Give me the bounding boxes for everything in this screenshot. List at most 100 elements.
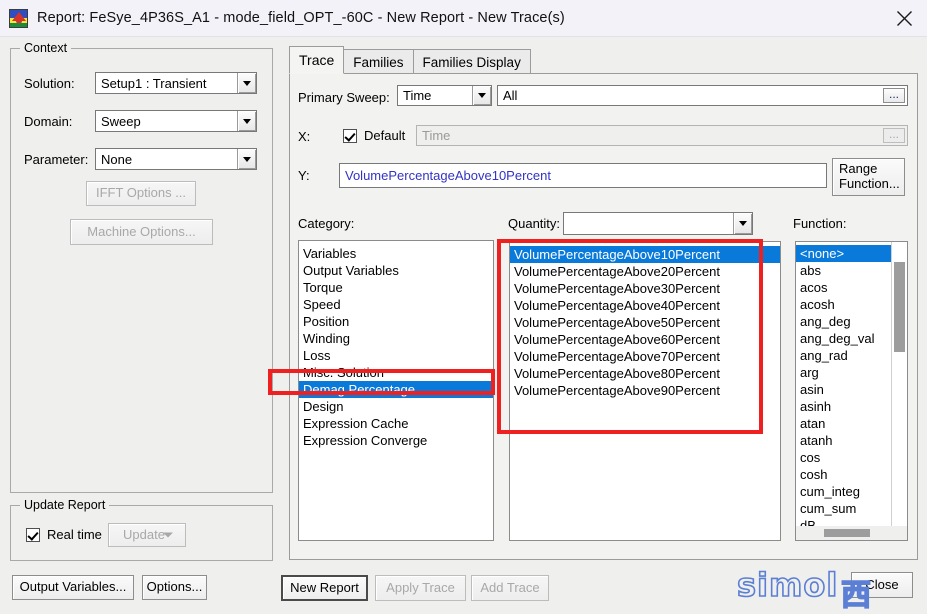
- close-button[interactable]: Close: [851, 572, 913, 598]
- chevron-down-icon[interactable]: [237, 73, 256, 93]
- list-item[interactable]: VolumePercentageAbove80Percent: [510, 365, 780, 382]
- list-item[interactable]: Expression Converge: [299, 432, 493, 449]
- list-item[interactable]: VolumePercentageAbove50Percent: [510, 314, 780, 331]
- list-item[interactable]: ang_rad: [796, 347, 892, 364]
- list-item[interactable]: cosh: [796, 466, 892, 483]
- checkbox-check-icon[interactable]: [26, 527, 40, 542]
- scrollbar-thumb[interactable]: [894, 262, 905, 352]
- chevron-down-icon: [163, 532, 173, 538]
- list-item-selected[interactable]: <none>: [796, 245, 892, 262]
- chevron-down-icon[interactable]: [237, 111, 256, 131]
- apply-trace-button-label: Apply Trace: [386, 579, 455, 595]
- list-item[interactable]: Expression Cache: [299, 415, 493, 432]
- primary-sweep-browse-button[interactable]: ...: [883, 88, 905, 103]
- x-expression-value: Time: [422, 128, 451, 143]
- real-time-checkbox[interactable]: Real time: [26, 527, 102, 542]
- add-trace-button-label: Add Trace: [480, 579, 540, 595]
- list-item[interactable]: atanh: [796, 432, 892, 449]
- parameter-label: Parameter:: [24, 152, 89, 167]
- list-item[interactable]: acos: [796, 279, 892, 296]
- chevron-down-icon[interactable]: [237, 149, 256, 169]
- function-vertical-scrollbar[interactable]: [891, 242, 907, 526]
- list-item[interactable]: VolumePercentageAbove90Percent: [510, 382, 780, 399]
- update-report-legend: Update Report: [20, 498, 110, 512]
- options-button-label: Options...: [146, 579, 203, 595]
- options-button[interactable]: Options...: [142, 575, 207, 600]
- list-item[interactable]: Torque: [299, 279, 493, 296]
- y-expression-field[interactable]: VolumePercentageAbove10Percent: [339, 163, 827, 188]
- function-listbox[interactable]: <none> abs acos acosh ang_deg ang_deg_va…: [795, 241, 908, 541]
- list-item[interactable]: abs: [796, 262, 892, 279]
- list-item[interactable]: Output Variables: [299, 262, 493, 279]
- tab-trace[interactable]: Trace: [289, 46, 345, 74]
- tab-families[interactable]: Families: [343, 49, 414, 74]
- quantity-listbox[interactable]: VolumePercentageAbove10Percent VolumePer…: [509, 241, 781, 541]
- list-item[interactable]: VolumePercentageAbove40Percent: [510, 297, 780, 314]
- ifft-options-button: IFFT Options ...: [86, 181, 196, 206]
- list-item[interactable]: cum_sum: [796, 500, 892, 517]
- list-item[interactable]: Loss: [299, 347, 493, 364]
- new-report-button[interactable]: New Report: [281, 575, 368, 601]
- report-dialog-window: Report: FeSye_4P36S_A1 - mode_field_OPT_…: [0, 0, 927, 614]
- function-list-items: <none> abs acos acosh ang_deg ang_deg_va…: [796, 245, 892, 534]
- list-item-selected[interactable]: Demag Percentage: [299, 381, 493, 398]
- tab-families-display-label: Families Display: [422, 54, 521, 70]
- window-close-icon[interactable]: [881, 0, 927, 36]
- range-function-line2: Function...: [839, 176, 900, 191]
- list-item[interactable]: Misc. Solution: [299, 364, 493, 381]
- domain-combo[interactable]: Sweep: [95, 110, 257, 132]
- machine-options-button: Machine Options...: [70, 219, 213, 245]
- parameter-combo[interactable]: None: [95, 148, 257, 170]
- tab-families-display[interactable]: Families Display: [412, 49, 531, 74]
- category-listbox[interactable]: Variables Output Variables Torque Speed …: [298, 240, 494, 541]
- list-item[interactable]: arg: [796, 364, 892, 381]
- list-item[interactable]: cos: [796, 449, 892, 466]
- list-item[interactable]: atan: [796, 415, 892, 432]
- list-item[interactable]: Speed: [299, 296, 493, 313]
- list-item[interactable]: ang_deg: [796, 313, 892, 330]
- solution-combo[interactable]: Setup1 : Transient: [95, 72, 257, 94]
- primary-sweep-value: Time: [403, 88, 432, 103]
- scrollbar-thumb[interactable]: [824, 529, 870, 537]
- list-item[interactable]: asinh: [796, 398, 892, 415]
- primary-sweep-combo[interactable]: Time: [397, 85, 492, 106]
- list-item[interactable]: cum_integ: [796, 483, 892, 500]
- update-button: Update: [108, 523, 186, 547]
- list-item[interactable]: VolumePercentageAbove60Percent: [510, 331, 780, 348]
- list-item[interactable]: acosh: [796, 296, 892, 313]
- x-default-checkbox[interactable]: Default: [343, 128, 405, 143]
- list-item[interactable]: Position: [299, 313, 493, 330]
- list-item[interactable]: VolumePercentageAbove70Percent: [510, 348, 780, 365]
- primary-sweep-range-value: All: [503, 88, 518, 103]
- output-variables-button[interactable]: Output Variables...: [12, 575, 134, 600]
- list-item[interactable]: Variables: [299, 245, 493, 262]
- x-expression-field: Time ...: [416, 125, 908, 146]
- list-item[interactable]: Winding: [299, 330, 493, 347]
- list-item[interactable]: ang_deg_val: [796, 330, 892, 347]
- chevron-down-icon[interactable]: [733, 213, 752, 234]
- watermark-text: simol: [736, 566, 839, 604]
- list-item[interactable]: Design: [299, 398, 493, 415]
- range-function-button[interactable]: Range Function...: [832, 158, 905, 196]
- function-horizontal-scrollbar[interactable]: [796, 526, 907, 540]
- list-item-selected[interactable]: VolumePercentageAbove10Percent: [510, 246, 780, 263]
- category-label: Category:: [298, 216, 355, 231]
- checkbox-check-icon[interactable]: [343, 128, 357, 143]
- quantity-label: Quantity:: [508, 216, 561, 231]
- quantity-list-items: VolumePercentageAbove10Percent VolumePer…: [510, 246, 780, 399]
- list-item[interactable]: VolumePercentageAbove30Percent: [510, 280, 780, 297]
- primary-sweep-range-field[interactable]: All ...: [497, 85, 908, 106]
- category-list-items: Variables Output Variables Torque Speed …: [299, 245, 493, 449]
- function-label: Function:: [793, 216, 847, 231]
- primary-sweep-label: Primary Sweep:: [298, 90, 390, 105]
- domain-combo-value: Sweep: [101, 113, 141, 129]
- tab-strip: Trace Families Families Display: [289, 46, 531, 74]
- apply-trace-button: Apply Trace: [375, 575, 466, 601]
- chevron-down-icon[interactable]: [472, 86, 491, 105]
- list-item[interactable]: VolumePercentageAbove20Percent: [510, 263, 780, 280]
- list-item[interactable]: asin: [796, 381, 892, 398]
- x-label: X:: [298, 129, 311, 144]
- y-expression-value: VolumePercentageAbove10Percent: [345, 168, 551, 183]
- quantity-filter-combo[interactable]: [563, 212, 753, 235]
- x-browse-button: ...: [883, 128, 905, 143]
